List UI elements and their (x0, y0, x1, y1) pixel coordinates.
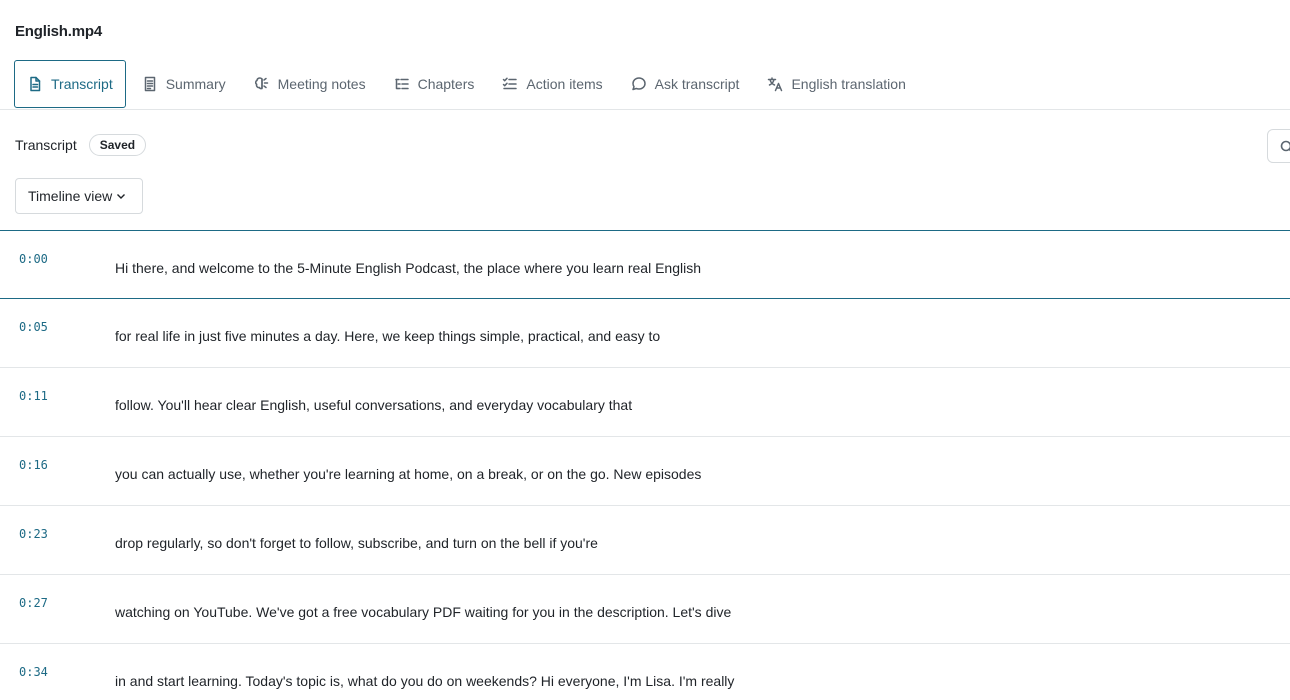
status-badge: Saved (88, 134, 147, 156)
tab-bar: Transcript Summary Meeting notes Chapter… (14, 60, 918, 108)
chapters-icon (394, 78, 409, 90)
section-title: Transcript (15, 137, 77, 153)
tab-action-items[interactable]: Action items (490, 60, 614, 108)
transcript-row[interactable]: 0:11 follow. You'll hear clear English, … (0, 368, 1290, 437)
timestamp[interactable]: 0:05 (19, 320, 48, 334)
timestamp[interactable]: 0:34 (19, 665, 48, 679)
tab-label: Chapters (417, 76, 475, 92)
segment-text: drop regularly, so don't forget to follo… (115, 535, 598, 551)
transcript-row[interactable]: 0:23 drop regularly, so don't forget to … (0, 506, 1290, 575)
timestamp[interactable]: 0:00 (19, 252, 48, 266)
tab-label: Ask transcript (654, 76, 740, 92)
search-icon (1280, 140, 1290, 152)
document-icon (30, 76, 41, 92)
search-button[interactable] (1267, 129, 1290, 163)
transcript-row[interactable]: 0:27 watching on YouTube. We've got a fr… (0, 575, 1290, 644)
file-title: English.mp4 (15, 23, 102, 40)
chat-bubble-icon (631, 77, 646, 91)
tab-summary[interactable]: Summary (130, 60, 238, 108)
tab-label: Summary (165, 76, 226, 92)
tab-label: Meeting notes (277, 76, 366, 92)
transcript-list: 0:00 Hi there, and welcome to the 5-Minu… (0, 230, 1290, 700)
transcript-row[interactable]: 0:05 for real life in just five minutes … (0, 299, 1290, 368)
tab-chapters[interactable]: Chapters (382, 60, 487, 108)
segment-text: you can actually use, whether you're lea… (115, 466, 702, 482)
tabs-divider (0, 109, 1290, 110)
segment-text: follow. You'll hear clear English, usefu… (115, 397, 633, 413)
tab-label: Action items (526, 76, 603, 92)
timestamp[interactable]: 0:27 (19, 596, 48, 610)
timestamp[interactable]: 0:23 (19, 527, 48, 541)
tab-transcript[interactable]: Transcript (14, 60, 126, 108)
transcript-row[interactable]: 0:34 in and start learning. Today's topi… (0, 644, 1290, 700)
chevron-down-icon (117, 194, 126, 199)
checklist-icon (503, 77, 518, 90)
timestamp[interactable]: 0:11 (19, 389, 48, 403)
view-dropdown-value: Timeline view (28, 188, 113, 204)
transcript-header: Transcript Saved (15, 134, 147, 156)
transcript-row[interactable]: 0:00 Hi there, and welcome to the 5-Minu… (0, 230, 1290, 299)
summary-icon (144, 76, 155, 92)
timestamp[interactable]: 0:16 (19, 458, 48, 472)
segment-text: watching on YouTube. We've got a free vo… (115, 604, 732, 620)
view-dropdown[interactable]: Timeline view (15, 178, 143, 214)
brain-icon (254, 77, 268, 90)
tab-ask-transcript[interactable]: Ask transcript (619, 60, 752, 108)
segment-text: in and start learning. Today's topic is,… (115, 673, 735, 689)
tab-meeting-notes[interactable]: Meeting notes (242, 60, 378, 108)
segment-text: for real life in just five minutes a day… (115, 328, 661, 344)
tab-label: English translation (791, 76, 906, 92)
tab-label: Transcript (51, 76, 113, 92)
segment-text: Hi there, and welcome to the 5-Minute En… (115, 260, 701, 276)
translate-icon (768, 77, 783, 92)
tab-english-translation[interactable]: English translation (755, 60, 917, 108)
transcript-row[interactable]: 0:16 you can actually use, whether you'r… (0, 437, 1290, 506)
